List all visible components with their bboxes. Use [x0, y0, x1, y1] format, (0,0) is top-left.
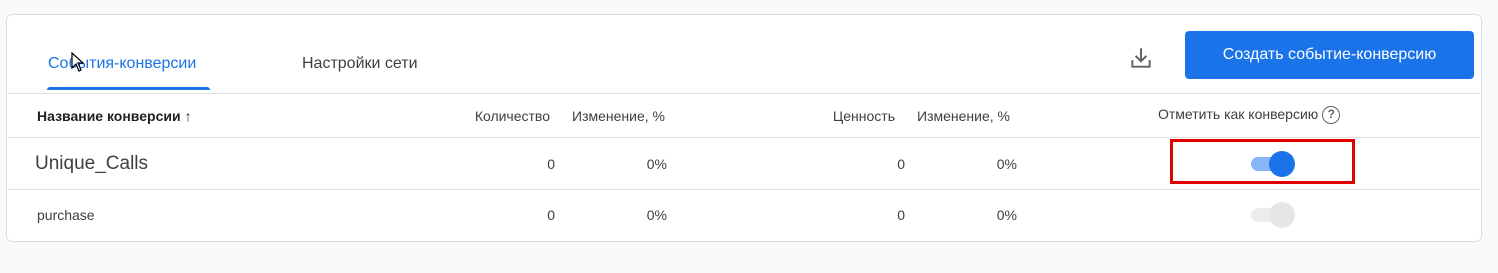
create-conversion-event-button[interactable]: Создать событие-конверсию: [1185, 31, 1474, 79]
count-change-value: 0%: [646, 207, 667, 223]
download-icon[interactable]: [1128, 45, 1154, 71]
mouse-pointer-icon: [71, 52, 85, 72]
column-header-count-change[interactable]: Изменение, %: [572, 108, 665, 124]
divider: [7, 93, 1481, 94]
conversions-card: События-конверсии Настройки сети Создать…: [6, 14, 1482, 242]
column-header-mark-label: Отметить как конверсию: [1158, 106, 1319, 122]
column-header-name-label: Название конверсии: [37, 108, 181, 124]
column-header-count[interactable]: Количество: [437, 108, 550, 124]
value-value: 0: [897, 156, 905, 172]
column-header-mark-conversion: Отметить как конверсию?: [1158, 106, 1341, 125]
active-tab-indicator: [47, 87, 210, 90]
value-change-value: 0%: [996, 207, 1017, 223]
tab-network-settings[interactable]: Настройки сети: [302, 55, 418, 73]
column-header-name[interactable]: Название конверсии ↑: [37, 108, 192, 124]
annotation-highlight-box: [1170, 139, 1355, 184]
count-change-value: 0%: [646, 156, 667, 172]
conversion-name: purchase: [37, 207, 95, 223]
column-header-value-change[interactable]: Изменение, %: [917, 108, 1010, 124]
toggle-thumb: [1269, 202, 1295, 228]
sort-arrow-up-icon: ↑: [184, 108, 192, 124]
divider: [7, 137, 1481, 138]
conversion-name: Unique_Calls: [35, 153, 149, 174]
value-value: 0: [897, 207, 905, 223]
column-header-value[interactable]: Ценность: [787, 108, 895, 124]
tab-bar: События-конверсии Настройки сети Создать…: [7, 15, 1481, 93]
value-change-value: 0%: [996, 156, 1017, 172]
count-value: 0: [547, 207, 555, 223]
divider: [7, 189, 1481, 190]
help-icon[interactable]: ?: [1322, 106, 1341, 125]
count-value: 0: [547, 156, 555, 172]
conversion-toggle-off[interactable]: [1247, 202, 1295, 228]
